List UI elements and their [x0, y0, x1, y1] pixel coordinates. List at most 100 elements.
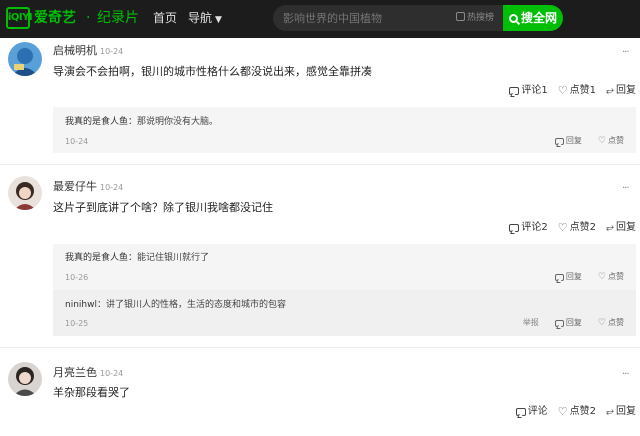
reply-actions: 回复 ♡ 点赞 [554, 136, 624, 146]
reply-username[interactable]: 我真的是食人鱼 [65, 117, 128, 127]
reply-label: 回复 [616, 222, 636, 233]
reply-separator: ： [96, 300, 106, 310]
comment-icon [554, 319, 564, 327]
reply-like-button[interactable]: ♡ 点赞 [598, 272, 624, 282]
like-button[interactable]: ♡ 点赞2 [558, 221, 596, 235]
comment-count: 评论1 [521, 85, 548, 96]
reply-date: 10-24 [65, 137, 89, 146]
reply-item: ninihwl：讲了银川人的性格，生活的态度和城市的包容 10-25 举报 回复… [53, 290, 636, 336]
reply-like-label: 点赞 [608, 136, 624, 145]
comment-username[interactable]: 启械明机 [53, 44, 97, 58]
comment-username[interactable]: 最爱仔牛 [53, 180, 97, 194]
reply-reply-label: 回复 [565, 318, 582, 327]
comment-text: 羊杂那段看哭了 [53, 386, 130, 399]
comment-text: 导演会不会拍啊，银川的城市性格什么都没说出来，感觉全靠拼凑 [53, 65, 372, 78]
nav-guide-label: 导航 [188, 11, 213, 25]
reply-date: 10-25 [65, 319, 89, 328]
reply-like-label: 点赞 [608, 318, 624, 327]
nav-guide-menu[interactable]: 导航 ▼ [188, 10, 222, 28]
reply-icon: ⥂ [606, 406, 614, 417]
reply-reply-label: 回复 [565, 272, 582, 281]
reply-item: 我真的是食人鱼：能记住银川就行了 10-26 回复 ♡ 点赞 [53, 244, 636, 290]
reply-separator: ： [128, 117, 138, 127]
search-button-label: 搜全网 [520, 11, 557, 25]
reply-content: ninihwl：讲了银川人的性格，生活的态度和城市的包容 [65, 299, 286, 311]
comment-count: 评论 [527, 406, 548, 417]
comment-actions: 评论 ♡ 点赞2 ⥂ 回复 [515, 405, 636, 419]
divider [0, 164, 640, 165]
comment-icon [554, 137, 564, 145]
avatar[interactable] [8, 42, 42, 76]
comment-text: 这片子到底讲了个啥？除了银川我啥都没记住 [53, 201, 273, 214]
reply-separator: ： [128, 253, 138, 263]
avatar[interactable] [8, 176, 42, 210]
reply-item: 我真的是食人鱼：那说明你没有大脑。 10-24 回复 ♡ 点赞 [53, 107, 636, 153]
divider [0, 347, 640, 348]
reply-actions: 回复 ♡ 点赞 [554, 272, 624, 282]
more-options-icon[interactable]: ··· [622, 184, 629, 194]
more-options-icon[interactable]: ··· [622, 48, 629, 58]
search-input[interactable] [283, 10, 453, 26]
comment-date: 10-24 [100, 47, 124, 56]
report-button[interactable]: 举报 [523, 318, 539, 328]
comment-count: 评论2 [521, 222, 548, 233]
like-count: 点赞1 [569, 85, 596, 96]
iqiyi-logo[interactable]: iQIYI [6, 7, 33, 29]
heart-icon: ♡ [597, 136, 606, 146]
reply-like-button[interactable]: ♡ 点赞 [598, 136, 624, 146]
avatar[interactable] [8, 362, 42, 396]
search-all-button[interactable]: 搜全网 [503, 5, 563, 31]
channel-name[interactable]: 纪录片 [97, 9, 139, 27]
reply-button[interactable]: ⥂ 回复 [606, 221, 636, 235]
search-icon [508, 14, 518, 23]
reply-content: 我真的是食人鱼：能记住银川就行了 [65, 252, 209, 264]
heart-icon: ♡ [557, 84, 568, 97]
reply-date: 10-26 [65, 273, 89, 282]
reply-like-label: 点赞 [608, 272, 624, 281]
like-button[interactable]: ♡ 点赞2 [558, 405, 596, 419]
reply-button[interactable]: ⥂ 回复 [606, 84, 636, 98]
reply-reply-button[interactable]: 回复 [554, 272, 582, 282]
like-button[interactable]: ♡ 点赞1 [558, 84, 596, 98]
hot-rank-icon [456, 12, 465, 21]
like-count: 点赞2 [569, 406, 596, 417]
chevron-down-icon: ▼ [215, 15, 222, 25]
comment-icon [515, 408, 526, 416]
reply-icon: ⥂ [606, 85, 614, 96]
comment-reply-button[interactable]: 评论2 [509, 221, 548, 235]
reply-label: 回复 [616, 85, 636, 96]
comment-icon [554, 273, 564, 281]
nav-home-link[interactable]: 首页 [153, 10, 177, 26]
comment-date: 10-24 [100, 183, 124, 192]
comment-date: 10-24 [100, 369, 124, 378]
reply-username[interactable]: 我真的是食人鱼 [65, 253, 128, 263]
reply-icon: ⥂ [606, 222, 614, 233]
reply-label: 回复 [616, 406, 636, 417]
reply-reply-button[interactable]: 回复 [554, 136, 582, 146]
reply-like-button[interactable]: ♡ 点赞 [598, 318, 624, 328]
brand-name[interactable]: 爱奇艺 [34, 9, 76, 27]
comment-reply-button[interactable]: 评论1 [509, 84, 548, 98]
comment-icon [509, 87, 520, 95]
brand-separator: · [86, 10, 91, 26]
heart-icon: ♡ [597, 272, 606, 282]
reply-text: 能记住银川就行了 [137, 253, 210, 263]
comment-icon [509, 224, 520, 232]
comment-actions: 评论2 ♡ 点赞2 ⥂ 回复 [509, 221, 636, 235]
reply-button[interactable]: ⥂ 回复 [606, 405, 636, 419]
comment-reply-button[interactable]: 评论 [515, 405, 548, 419]
reply-content: 我真的是食人鱼：那说明你没有大脑。 [65, 116, 218, 128]
comment-username[interactable]: 月亮兰色 [53, 366, 97, 380]
reply-text: 那说明你没有大脑。 [137, 117, 219, 127]
more-options-icon[interactable]: ··· [622, 370, 629, 380]
reply-username[interactable]: ninihwl [65, 300, 97, 310]
top-nav-bar: iQIYI 爱奇艺 · 纪录片 首页 导航▼ 热搜榜 搜全网 [0, 0, 640, 38]
like-count: 点赞2 [569, 222, 596, 233]
heart-icon: ♡ [557, 221, 568, 234]
hot-rank-link[interactable]: 热搜榜 [456, 12, 494, 24]
heart-icon: ♡ [597, 318, 606, 328]
heart-icon: ♡ [557, 405, 568, 418]
report-label: 举报 [522, 318, 539, 327]
hot-rank-label: 热搜榜 [467, 13, 495, 23]
reply-reply-button[interactable]: 回复 [554, 318, 582, 328]
